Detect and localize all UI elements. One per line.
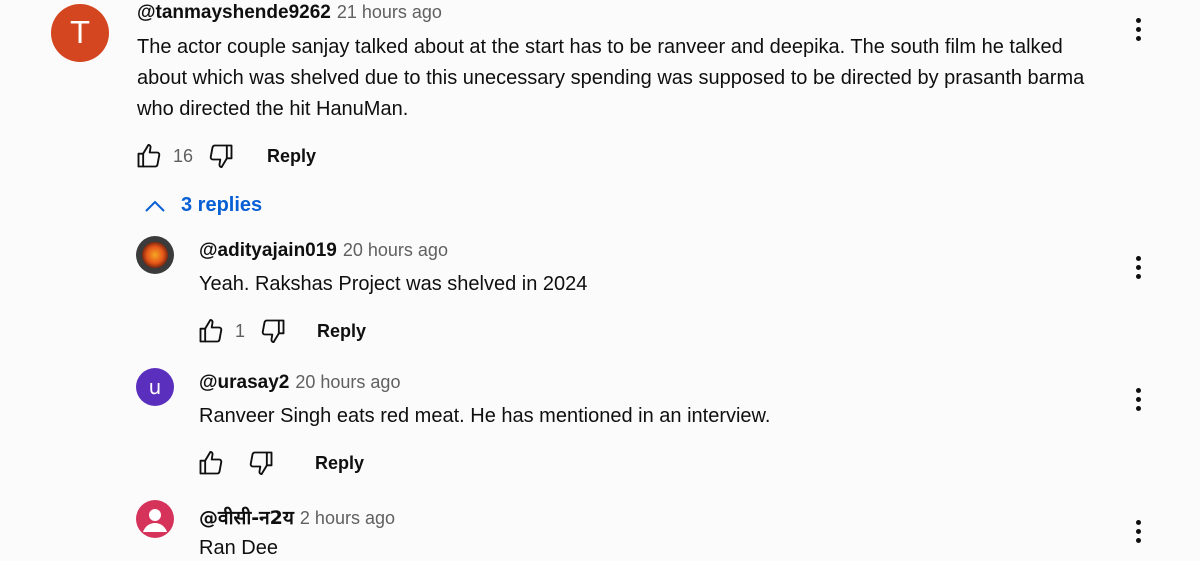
comment-actions: 16 Reply: [133, 140, 316, 172]
reply-time[interactable]: 2 hours ago: [300, 508, 395, 529]
avatar-letter: T: [70, 15, 90, 51]
comment-time[interactable]: 21 hours ago: [337, 2, 442, 23]
replies-toggle-button[interactable]: 3 replies: [143, 194, 262, 217]
avatar-image: [142, 242, 168, 268]
comment-header: @tanmayshende9262 21 hours ago: [137, 2, 442, 24]
comment-text: The actor couple sanjay talked about at …: [137, 36, 1085, 120]
reply-text: Ran Dee: [199, 537, 278, 559]
like-icon[interactable]: [195, 447, 227, 479]
avatar[interactable]: [136, 500, 174, 538]
avatar-letter: u: [148, 375, 162, 399]
like-icon[interactable]: [133, 140, 165, 172]
more-actions-icon[interactable]: [1126, 252, 1150, 282]
comment-author[interactable]: @tanmayshende9262: [137, 2, 331, 24]
reply-author[interactable]: @वीसी-न2य: [199, 504, 294, 530]
reply-actions: Reply: [195, 447, 364, 479]
more-actions-icon[interactable]: [1126, 384, 1150, 414]
reply-actions: 1 Reply: [195, 315, 366, 347]
reply-text: Yeah. Rakshas Project was shelved in 202…: [199, 273, 588, 295]
person-icon: [143, 509, 167, 532]
reply-button[interactable]: Reply: [315, 453, 364, 474]
reply-author[interactable]: @urasay2: [199, 372, 289, 394]
like-count: 16: [173, 145, 194, 166]
avatar[interactable]: T: [51, 4, 109, 62]
avatar[interactable]: u: [136, 368, 174, 406]
more-actions-icon[interactable]: [1126, 516, 1150, 546]
chevron-up-icon: [145, 200, 165, 212]
reply-author[interactable]: @adityajain019: [199, 240, 337, 262]
like-icon[interactable]: [195, 315, 227, 347]
dislike-icon[interactable]: [245, 447, 277, 479]
dislike-icon[interactable]: [257, 315, 289, 347]
reply-header: @urasay2 20 hours ago: [199, 372, 400, 394]
dislike-icon[interactable]: [205, 140, 237, 172]
reply-time[interactable]: 20 hours ago: [343, 240, 448, 261]
reply-button[interactable]: Reply: [317, 321, 366, 342]
replies-count-label: 3 replies: [181, 194, 263, 216]
reply-text: Ranveer Singh eats red meat. He has ment…: [199, 405, 771, 427]
reply-header: @adityajain019 20 hours ago: [199, 240, 448, 262]
reply-button[interactable]: Reply: [267, 146, 316, 167]
avatar[interactable]: [136, 236, 174, 274]
reply-header: @वीसी-न2य 2 hours ago: [199, 504, 395, 530]
reply-time[interactable]: 20 hours ago: [295, 372, 400, 393]
more-actions-icon[interactable]: [1126, 14, 1150, 44]
like-count: 1: [235, 320, 246, 341]
